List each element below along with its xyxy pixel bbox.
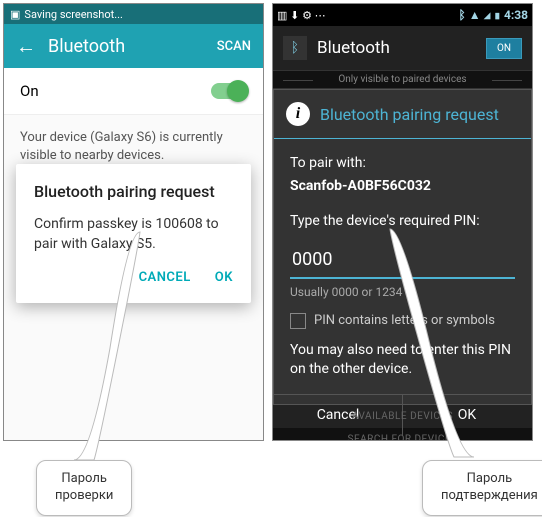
dialog-body: Confirm passkey is 100608 to pair with G… xyxy=(34,215,233,254)
phone-light: ▣ Saving screenshot... ← Bluetooth SCAN … xyxy=(3,3,264,441)
pin-label: Type the device's required PIN: xyxy=(290,211,515,232)
status-left-icons: ▥ ⬇ ⚙ ⋯ xyxy=(277,9,326,22)
bluetooth-icon: ᛒ xyxy=(283,36,307,60)
screenshot-icon: ▣ xyxy=(10,8,20,21)
app-header: ← Bluetooth SCAN xyxy=(4,24,263,68)
status-text: Saving screenshot... xyxy=(24,8,123,21)
phone-dark: ▥ ⬇ ⚙ ⋯ ᛒ ▲ ◢ ▮ 4:38 ᛒ Bluetooth ON Only… xyxy=(272,3,533,441)
callout-password-check: Пароль проверки xyxy=(36,460,132,516)
dialog-title: Bluetooth pairing request xyxy=(320,105,499,124)
pairing-dialog: i Bluetooth pairing request To pair with… xyxy=(273,89,532,405)
dialog-title: Bluetooth pairing request xyxy=(34,182,233,201)
info-icon: i xyxy=(286,102,310,126)
toggle-switch[interactable] xyxy=(211,83,247,99)
device-name: Scanfob-A0BF56C032 xyxy=(290,176,515,197)
status-right: ᛒ ▲ ◢ ▮ 4:38 xyxy=(459,8,528,22)
pin-input[interactable]: 0000 xyxy=(290,242,515,279)
pair-with-label: To pair with: xyxy=(290,153,515,174)
note-text: You may also need to enter this PIN on t… xyxy=(290,341,515,380)
pairing-dialog: Bluetooth pairing request Confirm passke… xyxy=(16,164,251,303)
cancel-button[interactable]: CANCEL xyxy=(139,270,191,285)
scan-button[interactable]: SCAN xyxy=(217,39,251,54)
checkbox-row[interactable]: PIN contains letters or symbols xyxy=(290,311,515,331)
callout-password-confirm: Пароль подтверждения xyxy=(422,460,542,516)
ok-button[interactable]: OK xyxy=(215,270,233,285)
pin-hint: Usually 0000 or 1234 xyxy=(290,283,515,301)
status-bar: ▣ Saving screenshot... xyxy=(4,4,263,24)
on-toggle[interactable]: ON xyxy=(486,38,522,59)
bluetooth-toggle-row[interactable]: On xyxy=(4,68,263,115)
app-header: ᛒ Bluetooth ON xyxy=(273,26,532,70)
visibility-subheader: Only visible to paired devices xyxy=(273,70,532,89)
page-title: Bluetooth xyxy=(317,38,390,58)
checkbox[interactable] xyxy=(290,313,306,329)
checkbox-label: PIN contains letters or symbols xyxy=(314,311,495,331)
status-bar: ▥ ⬇ ⚙ ⋯ ᛒ ▲ ◢ ▮ 4:38 xyxy=(273,4,532,26)
back-icon[interactable]: ← xyxy=(16,34,36,59)
page-title: Bluetooth xyxy=(48,36,217,57)
on-label: On xyxy=(20,82,39,100)
